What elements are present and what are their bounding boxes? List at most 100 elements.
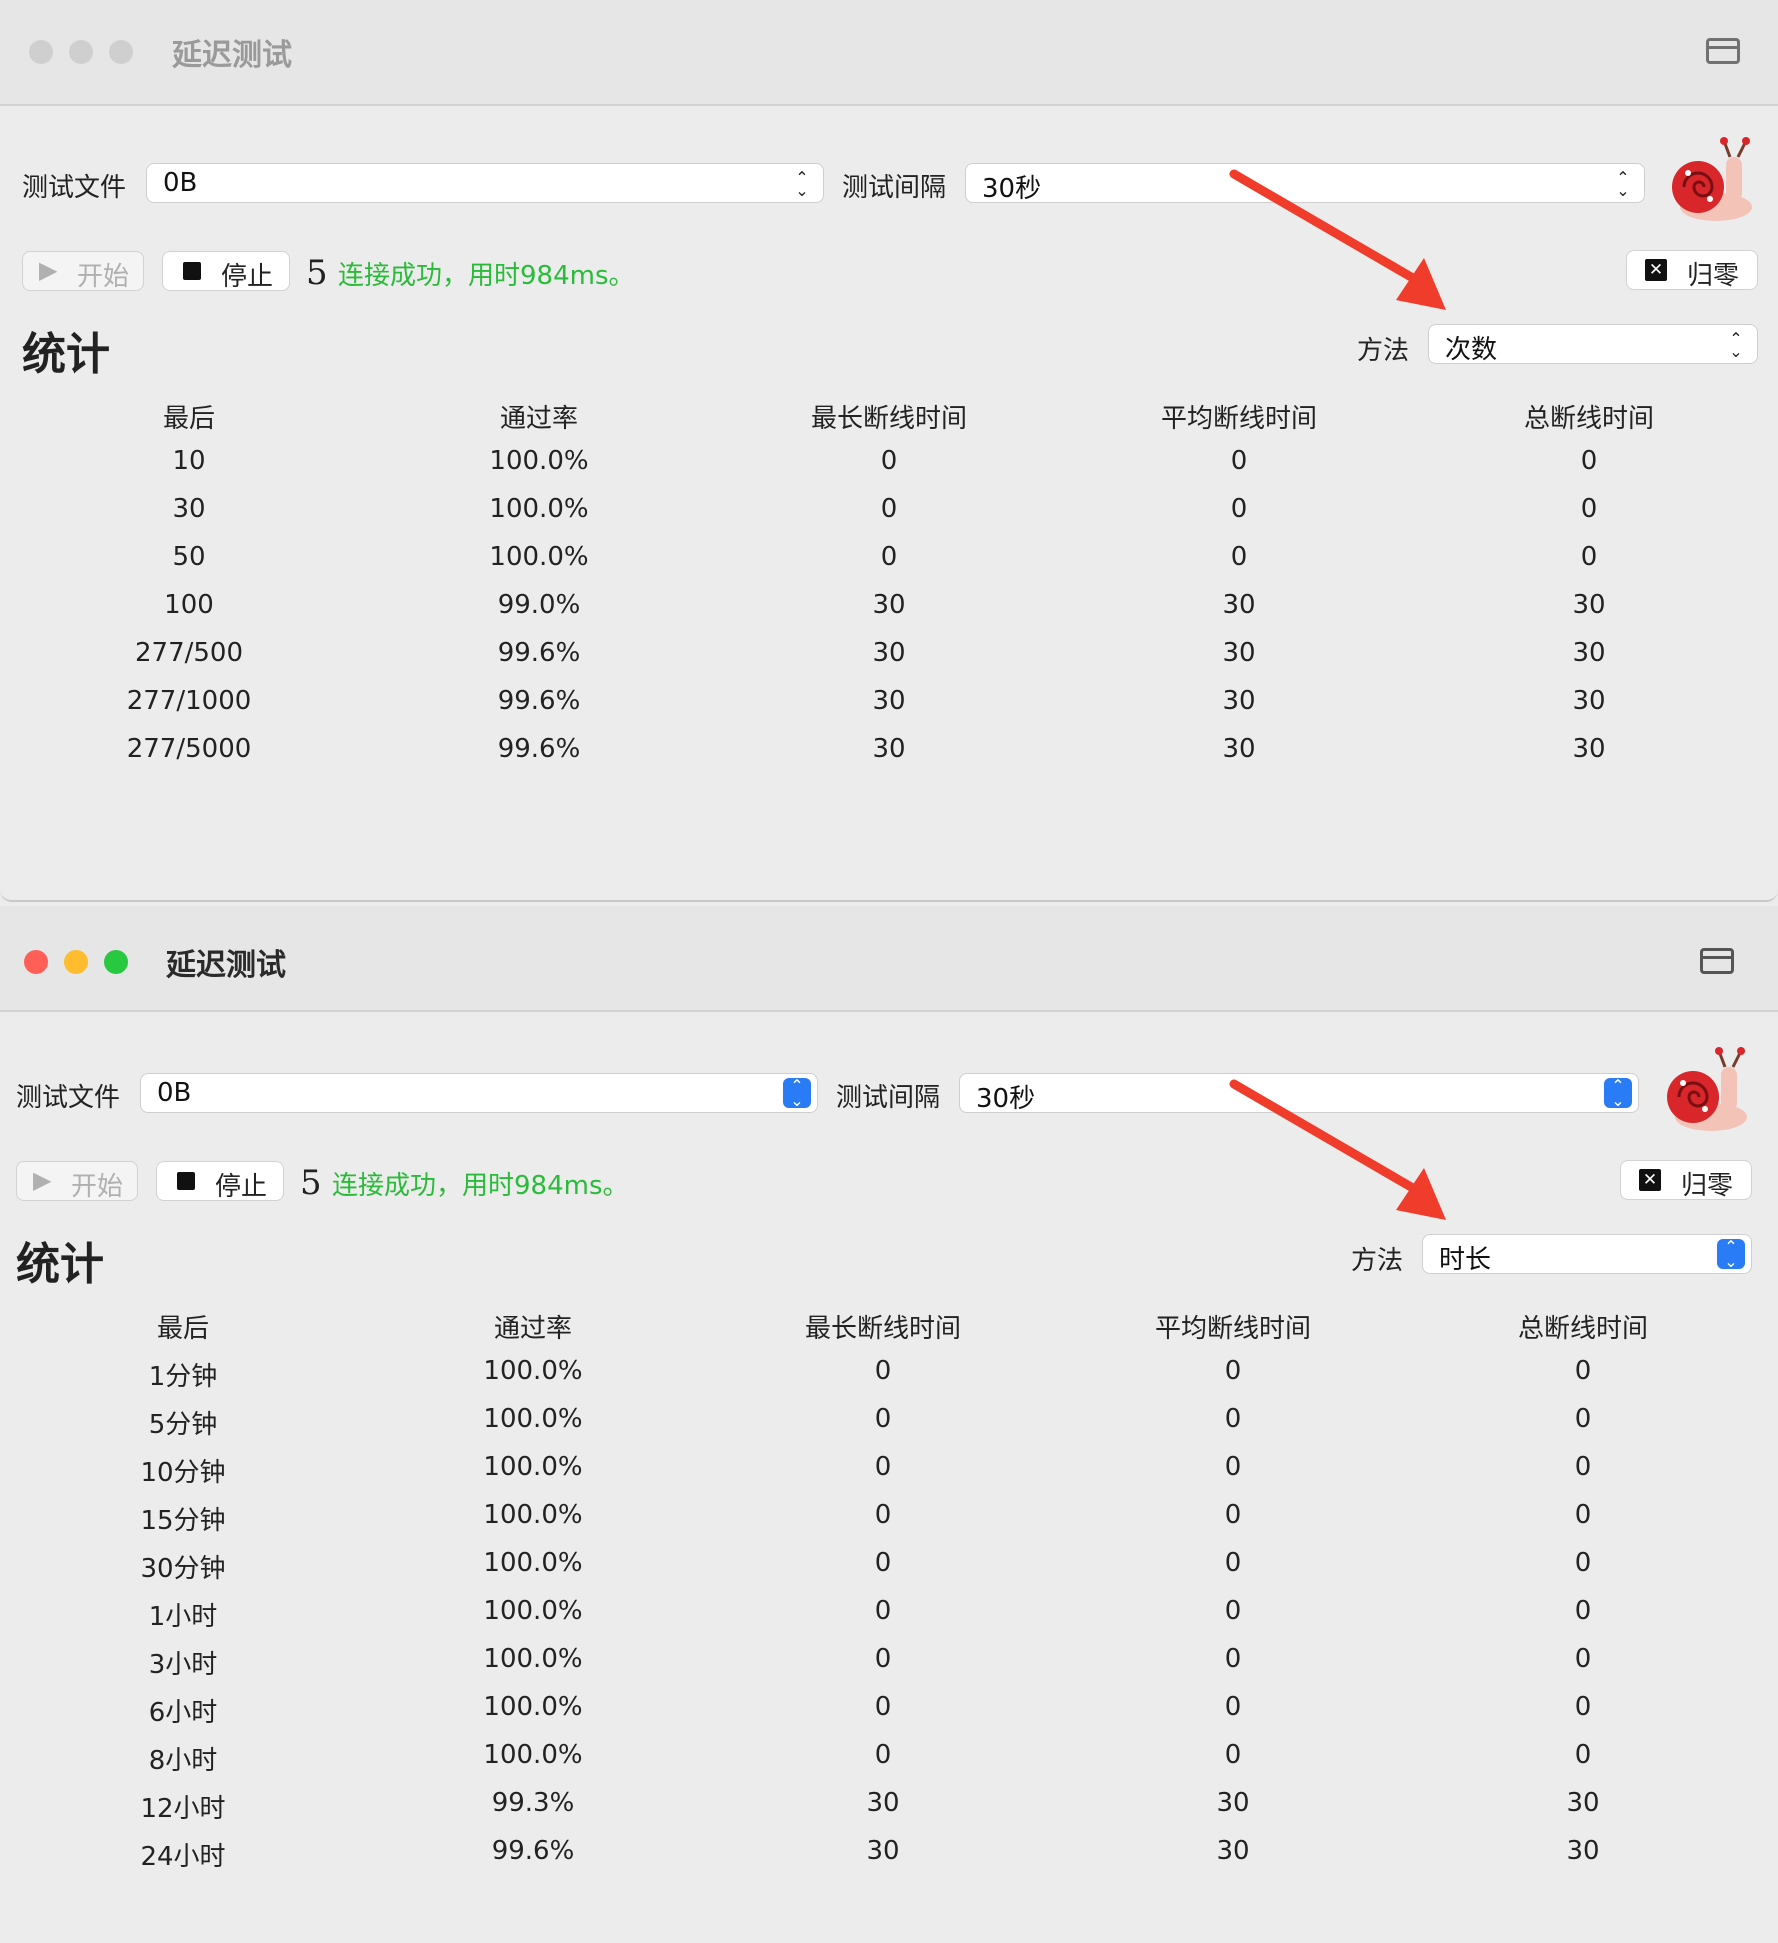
updown-chevron-icon: ⌃ ⌄ [783, 1078, 811, 1109]
table-cell: 99.6% [497, 638, 581, 668]
table-cell: 0 [1574, 1452, 1592, 1482]
updown-chevron-icon: ⌃ ⌄ [1616, 168, 1630, 200]
table-cell: 0 [1224, 1548, 1242, 1578]
table-cell: 0 [874, 1692, 892, 1722]
method-label: 方法 [1357, 336, 1410, 366]
table-cell: 100.0% [483, 1740, 583, 1770]
minimize-traffic-light[interactable] [64, 950, 88, 974]
stats-heading: 统计 [16, 1239, 104, 1290]
table-cell: 30 [1572, 590, 1606, 620]
table-cell: 30 [1566, 1788, 1600, 1818]
close-traffic-light[interactable] [24, 950, 48, 974]
table-cell: 50 [172, 542, 206, 572]
table-cell: 30 [1222, 734, 1256, 764]
column-header: 通过率 [499, 404, 578, 434]
table-cell: 0 [1580, 494, 1598, 524]
table-cell: 0 [1224, 1596, 1242, 1626]
table-cell: 0 [874, 1644, 892, 1674]
stop-button[interactable]: 停止 [162, 251, 290, 292]
column-header: 最后 [156, 1314, 209, 1344]
table-cell: 100.0% [489, 446, 589, 476]
table-cell: 30 [872, 686, 906, 716]
table-cell: 100.0% [483, 1692, 583, 1722]
table-cell: 30 [872, 734, 906, 764]
window-toggle-icon[interactable] [1706, 38, 1740, 64]
start-button[interactable]: ▶ 开始 [22, 251, 144, 292]
table-cell: 100.0% [489, 542, 589, 572]
table-cell: 1分钟 [148, 1362, 218, 1392]
column-header: 总断线时间 [1517, 1314, 1648, 1344]
table-cell: 15分钟 [140, 1506, 226, 1536]
table-cell: 100.0% [483, 1596, 583, 1626]
method-value: 次数 [1445, 335, 1498, 365]
table-cell: 0 [1574, 1356, 1592, 1386]
table-cell: 0 [1574, 1740, 1592, 1770]
table-cell: 100 [164, 590, 214, 620]
table-cell: 1小时 [148, 1602, 218, 1632]
table-cell: 99.6% [491, 1836, 575, 1866]
window-toggle-icon[interactable] [1700, 948, 1734, 974]
table-cell: 0 [880, 542, 898, 572]
method-value: 时长 [1439, 1245, 1492, 1275]
table-cell: 100.0% [483, 1404, 583, 1434]
stop-button[interactable]: 停止 [156, 1161, 284, 1202]
table-cell: 99.0% [497, 590, 581, 620]
column-header: 通过率 [493, 1314, 572, 1344]
zoom-traffic-light[interactable] [109, 40, 133, 64]
table-cell: 0 [1224, 1356, 1242, 1386]
interval-label: 测试间隔 [842, 173, 947, 203]
start-button[interactable]: ▶ 开始 [16, 1161, 138, 1202]
table-cell: 30 [1572, 686, 1606, 716]
table-cell: 30分钟 [140, 1554, 226, 1584]
table-cell: 10 [172, 446, 206, 476]
table-cell: 0 [1580, 446, 1598, 476]
table-cell: 100.0% [489, 494, 589, 524]
window-title: 延迟测试 [166, 948, 286, 983]
play-icon: ▶ [33, 1166, 52, 1194]
table-cell: 6小时 [148, 1698, 218, 1728]
table-cell: 0 [1574, 1500, 1592, 1530]
snail-mascot-icon [1672, 137, 1752, 221]
reset-button[interactable]: ✕ 归零 [1620, 1160, 1752, 1201]
table-cell: 0 [1574, 1644, 1592, 1674]
table-cell: 0 [1574, 1596, 1592, 1626]
table-cell: 0 [874, 1740, 892, 1770]
method-select[interactable]: 次数 ⌃ ⌄ [1428, 324, 1758, 365]
table-cell: 12小时 [140, 1794, 226, 1824]
updown-chevron-icon: ⌃ ⌄ [1604, 1078, 1632, 1109]
test-file-select[interactable]: 0B ⌃ ⌄ [140, 1073, 818, 1113]
minimize-traffic-light[interactable] [69, 40, 93, 64]
test-count: 5 [306, 253, 328, 293]
reset-button[interactable]: ✕ 归零 [1626, 250, 1758, 291]
table-cell: 0 [1574, 1404, 1592, 1434]
title-bar: 延迟测试 [0, 0, 1778, 106]
table-cell: 30 [1216, 1836, 1250, 1866]
table-cell: 99.6% [497, 686, 581, 716]
red-arrow-annotation [1229, 1079, 1446, 1220]
interval-label: 测试间隔 [836, 1083, 941, 1113]
table-cell: 30 [1216, 1788, 1250, 1818]
table-cell: 0 [1224, 1644, 1242, 1674]
table-cell: 30 [1222, 686, 1256, 716]
table-cell: 8小时 [148, 1746, 218, 1776]
zoom-traffic-light[interactable] [104, 950, 128, 974]
table-cell: 0 [1574, 1692, 1592, 1722]
stats-heading: 统计 [22, 329, 110, 380]
table-cell: 0 [1224, 1740, 1242, 1770]
title-bar: 延迟测试 [0, 906, 1778, 1012]
close-traffic-light[interactable] [29, 40, 53, 64]
close-box-icon: ✕ [1645, 259, 1667, 281]
table-cell: 0 [1224, 1452, 1242, 1482]
stop-icon [177, 1172, 195, 1190]
table-cell: 0 [874, 1596, 892, 1626]
table-cell: 0 [880, 446, 898, 476]
test-file-select[interactable]: 0B ⌃ ⌄ [146, 163, 824, 203]
table-cell: 30 [172, 494, 206, 524]
table-cell: 99.3% [491, 1788, 575, 1818]
table-cell: 0 [874, 1500, 892, 1530]
table-cell: 5分钟 [148, 1410, 218, 1440]
column-header: 平均断线时间 [1160, 404, 1317, 434]
method-select[interactable]: 时长 ⌃ ⌄ [1422, 1234, 1752, 1275]
table-cell: 30 [1566, 1836, 1600, 1866]
updown-chevron-icon: ⌃ ⌄ [795, 168, 809, 200]
